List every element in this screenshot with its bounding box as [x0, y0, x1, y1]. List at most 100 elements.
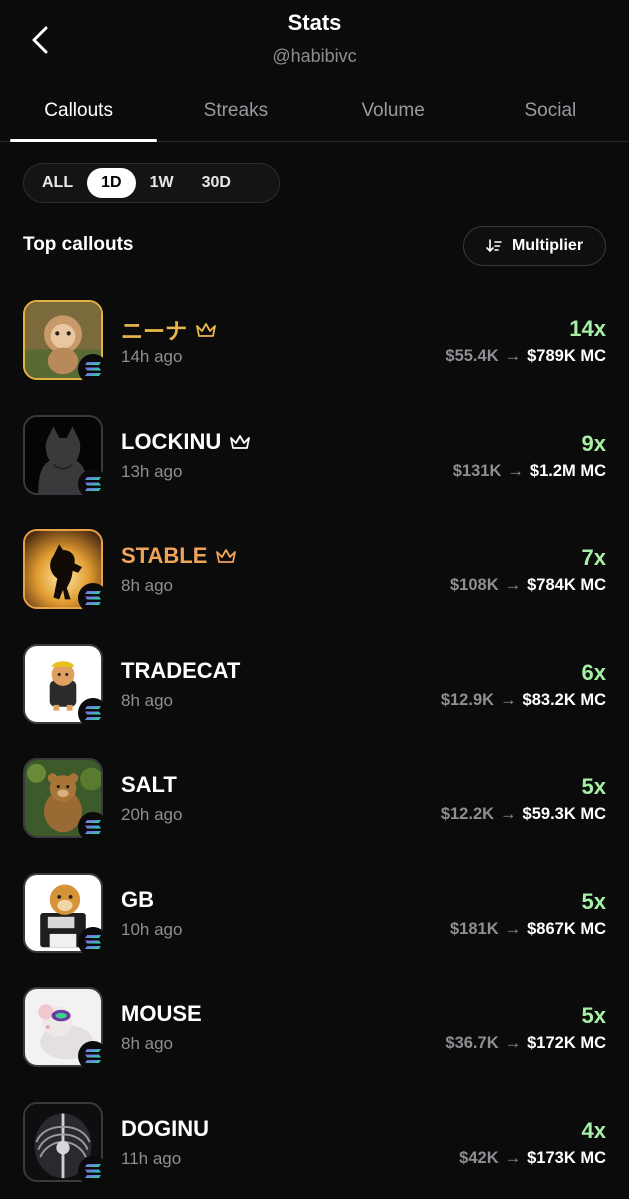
multiplier-value: 5x — [581, 774, 606, 799]
market-cap-change: $36.7K → $172K MC — [445, 1034, 606, 1053]
callout-time: 20h ago — [121, 805, 183, 824]
from-market-cap: $12.2K — [440, 805, 495, 823]
from-market-cap: $108K — [450, 576, 499, 594]
tab-social[interactable]: Social — [472, 90, 629, 141]
callout-time: 11h ago — [121, 1148, 182, 1168]
callout-time: 8h ago — [121, 576, 173, 595]
callout-row[interactable]: GB 10h ago 5x $181K → $867K MC — [0, 869, 629, 984]
callout-row[interactable]: ニーナ 14h ago 14x $55.4K → $789K MC — [0, 296, 629, 411]
sort-multiplier-button[interactable]: Multiplier — [463, 226, 606, 266]
solana-icon — [85, 934, 101, 949]
multiplier-value: 5x — [581, 888, 606, 914]
arrow-right-icon: → — [500, 690, 517, 709]
crown-icon — [196, 323, 216, 337]
market-cap-change: $12.9K → $83.2K MC — [441, 691, 606, 710]
callout-time: 14h ago — [121, 347, 183, 366]
market-cap-change: $12.2K → $59.3K MC — [441, 805, 606, 824]
to-market-cap: $59.3K MC — [522, 805, 606, 823]
arrow-right-icon: → — [504, 919, 522, 938]
solana-icon — [85, 820, 101, 834]
multiplier-value: 14x — [569, 316, 606, 341]
crown-icon — [216, 549, 237, 563]
token-name: MOUSE — [121, 1001, 202, 1027]
callout-time: 10h ago — [121, 919, 183, 939]
token-name-text: MOUSE — [121, 1001, 202, 1026]
token-name: DOGINU — [121, 1116, 209, 1142]
filter-30d[interactable]: 30D — [188, 168, 245, 198]
from-market-cap: $131K — [452, 461, 502, 480]
multiplier-value: 9x — [581, 430, 606, 456]
token-name-text: GB — [121, 886, 154, 912]
solana-badge — [78, 354, 108, 384]
to-market-cap: $173K MC — [527, 1148, 606, 1167]
crown-icon — [230, 434, 251, 449]
to-market-cap: $83.2K MC — [522, 690, 606, 709]
from-market-cap: $36.7K — [445, 1034, 499, 1052]
solana-badge — [78, 1155, 108, 1186]
solana-badge — [78, 926, 108, 957]
callout-row[interactable]: MOUSE 8h ago 5x $36.7K → $172K MC — [0, 983, 629, 1098]
from-market-cap: $55.4K — [445, 347, 499, 365]
callout-list: ニーナ 14h ago 14x $55.4K → $789K MC LOCKIN… — [0, 296, 629, 1199]
market-cap-change: $131K → $1.2M MC — [453, 462, 606, 481]
arrow-right-icon: → — [507, 461, 524, 480]
token-name-text: STABLE — [121, 543, 208, 568]
arrow-right-icon: → — [504, 1148, 522, 1167]
market-cap-change: $55.4K → $789K MC — [445, 347, 606, 366]
stats-screen: Stats @habibivc Callouts Streaks Volume … — [0, 0, 629, 1199]
arrow-right-icon: → — [504, 576, 522, 594]
token-name: ニーナ — [121, 314, 217, 346]
token-name-text: ニーナ — [121, 319, 188, 344]
callout-row[interactable]: STABLE 8h ago 7x $108K → $784K MC — [0, 525, 629, 640]
token-name-text: SALT — [121, 772, 177, 797]
token-name: GB — [121, 887, 154, 913]
token-name: LOCKINU — [121, 429, 251, 455]
tab-callouts[interactable]: Callouts — [0, 90, 158, 142]
arrow-right-icon: → — [504, 347, 522, 365]
page-title: Stats — [287, 10, 342, 35]
arrow-right-icon: → — [500, 805, 517, 823]
to-market-cap: $172K MC — [527, 1034, 606, 1052]
market-cap-change: $108K → $784K MC — [450, 576, 606, 595]
token-name-text: TRADECAT — [121, 657, 241, 683]
section-title: Top callouts — [23, 234, 134, 255]
callout-row[interactable]: LOCKINU 13h ago 9x $131K → $1.2M MC — [0, 411, 629, 526]
solana-icon — [85, 1163, 101, 1178]
solana-badge — [78, 697, 108, 728]
token-name-text: DOGINU — [121, 1115, 209, 1141]
token-name: TRADECAT — [121, 658, 240, 684]
sort-icon — [486, 239, 502, 252]
to-market-cap: $789K MC — [527, 347, 606, 365]
token-name-text: LOCKINU — [121, 428, 222, 454]
filter-1d[interactable]: 1D — [87, 168, 136, 198]
tab-streaks[interactable]: Streaks — [157, 90, 314, 141]
solana-badge — [78, 1041, 108, 1071]
from-market-cap: $181K — [450, 919, 499, 938]
from-market-cap: $42K — [459, 1148, 499, 1167]
callout-row[interactable]: TRADECAT 8h ago 6x $12.9K → $83.2K MC — [0, 640, 629, 755]
callout-row[interactable]: SALT 20h ago 5x $12.2K → $59.3K MC — [0, 754, 629, 869]
callout-time: 8h ago — [121, 690, 173, 710]
solana-badge — [78, 812, 108, 842]
multiplier-value: 6x — [581, 659, 606, 685]
solana-badge — [78, 583, 108, 613]
to-market-cap: $867K MC — [527, 919, 606, 938]
header: Stats @habibivc — [0, 0, 629, 90]
filter-all[interactable]: ALL — [28, 168, 87, 198]
multiplier-value: 5x — [581, 1003, 606, 1028]
solana-icon — [85, 362, 101, 376]
to-market-cap: $784K MC — [527, 576, 606, 594]
callout-row[interactable]: DOGINU 11h ago 4x $42K → $173K MC — [0, 1098, 629, 1199]
solana-icon — [85, 591, 101, 605]
market-cap-change: $42K → $173K MC — [459, 1149, 606, 1168]
solana-icon — [85, 1049, 101, 1063]
from-market-cap: $12.9K — [440, 690, 495, 709]
multiplier-value: 7x — [581, 545, 606, 570]
user-handle: @habibivc — [272, 46, 357, 66]
filter-1w[interactable]: 1W — [136, 168, 188, 198]
solana-icon — [85, 476, 101, 491]
arrow-right-icon: → — [504, 1034, 522, 1052]
callout-time: 8h ago — [121, 1034, 173, 1053]
tab-volume[interactable]: Volume — [315, 90, 472, 141]
solana-icon — [85, 705, 101, 720]
